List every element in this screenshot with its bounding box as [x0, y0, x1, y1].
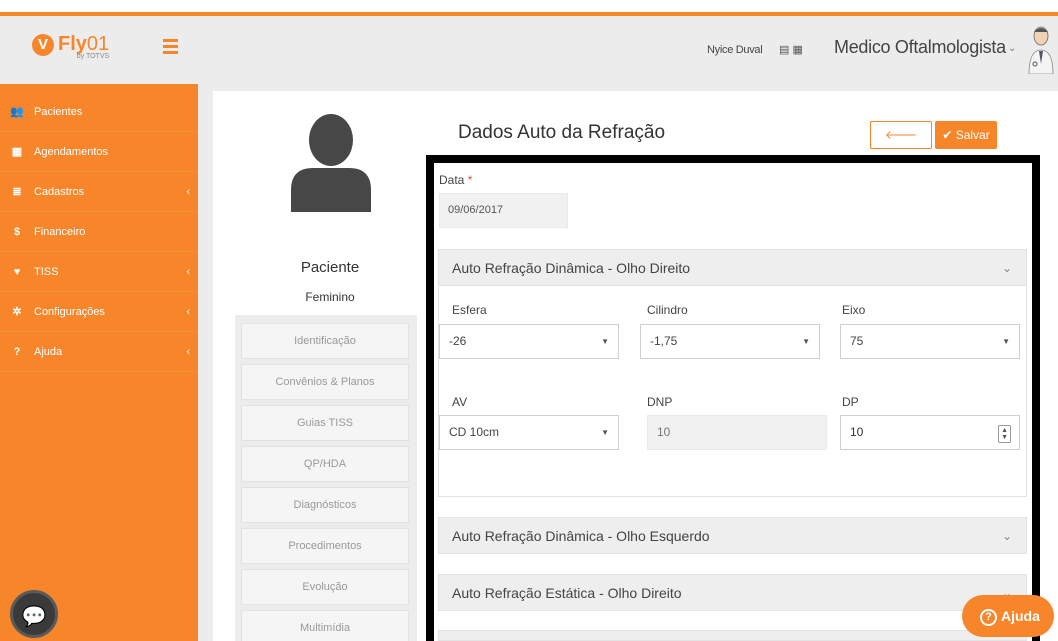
esfera-select[interactable]: -26 ▼ — [439, 324, 619, 359]
dnp-field: 10 — [647, 415, 827, 450]
av-select[interactable]: CD 10cm ▼ — [439, 415, 619, 450]
patient-avatar-icon — [291, 114, 371, 212]
users-icon: 👥 — [10, 106, 24, 118]
patient-tab[interactable]: Identificação — [241, 323, 409, 359]
dp-label: DP — [842, 395, 859, 409]
av-label: AV — [452, 395, 468, 409]
sidebar-item-label: Ajuda — [34, 345, 63, 358]
data-label-text: Data — [439, 173, 465, 187]
eixo-value: 75 — [850, 334, 864, 348]
caret-down-icon: ▼ — [1002, 337, 1010, 346]
salvar-button[interactable]: ✔ Salvar — [935, 121, 997, 149]
required-marker: * — [467, 173, 473, 187]
logo-01-text: 01 — [86, 33, 110, 55]
user-name: Nyice Duval — [707, 44, 763, 56]
sidebar-item-6[interactable]: ? Ajuda ‹ — [0, 332, 198, 372]
dollar-icon: $ — [13, 225, 21, 238]
arrow-left-icon: 🡐 — [884, 128, 918, 142]
sidebar-item-2[interactable]: ≣ Cadastros ‹ — [0, 172, 198, 212]
logo-mark-icon: V — [32, 34, 54, 56]
list-icon: ≣ — [12, 186, 22, 198]
doctor-avatar[interactable] — [1026, 24, 1056, 74]
data-input[interactable]: 09/06/2017 — [439, 193, 568, 228]
panel-title: Auto Refração Estática - Olho Direito — [452, 585, 682, 601]
chevron-left-icon: ‹ — [186, 305, 190, 318]
cilindro-label: Cilindro — [647, 303, 688, 317]
patient-tab[interactable]: Convênios & Planos — [241, 364, 409, 400]
spinner-icon[interactable]: ▲ ▼ — [998, 425, 1011, 443]
check-icon: ✔ — [942, 128, 956, 142]
caret-down-icon: ▼ — [601, 337, 609, 346]
sidebar-item-label: Pacientes — [34, 105, 83, 118]
sidebar-item-5[interactable]: ✲ Configurações ‹ — [0, 292, 198, 332]
panel-title: Auto Refração Dinâmica - Olho Direito — [452, 260, 691, 276]
sidebar-item-label: Cadastros — [34, 185, 85, 198]
chevron-down-icon: ⌄ — [1001, 529, 1012, 543]
panel-next[interactable] — [438, 630, 1027, 641]
patient-label: Paciente — [300, 259, 360, 276]
caret-down-icon: ▼ — [601, 428, 609, 437]
data-label: Data * — [439, 173, 472, 187]
voltar-button[interactable]: 🡐 Voltar — [870, 121, 932, 168]
patient-tab[interactable]: Multimídia — [241, 610, 409, 641]
salvar-label: Salvar — [955, 128, 990, 142]
patient-tab[interactable]: Guias TISS — [241, 405, 409, 441]
cilindro-select[interactable]: -1,75 ▼ — [640, 324, 820, 359]
top-header: Nyice Duval ▤ ▦ Medico Oftalmologista ⌄ — [198, 16, 1058, 84]
dnp-label: DNP — [647, 395, 673, 409]
panel-title: Auto Refração Dinâmica - Olho Esquerdo — [452, 528, 710, 544]
chevron-left-icon: ‹ — [186, 265, 190, 278]
help-button[interactable]: ? Ajuda — [962, 595, 1054, 637]
logo-text: Fly01 by TOTVS — [58, 32, 109, 60]
cilindro-value: -1,75 — [650, 334, 678, 348]
sidebar-item-label: Agendamentos — [34, 145, 108, 158]
logo-area: V Fly01 by TOTVS — [0, 16, 198, 84]
chat-icon[interactable]: 💬 — [10, 590, 58, 638]
panel-od-estatica[interactable]: Auto Refração Estática - Olho Direito ⌄ — [438, 574, 1027, 611]
question-icon: ? — [980, 609, 997, 626]
chevron-down-icon[interactable]: ⌄ — [1008, 43, 1016, 54]
panel-od-dinamica-body — [438, 286, 1027, 497]
sidebar-menu: 👥 Pacientes ▦ Agendamentos ≣ Cadastros ‹ $ Finan… — [0, 92, 198, 372]
sidebar-item-label: Financeiro — [34, 225, 86, 238]
question-icon: ? — [13, 345, 21, 358]
gear-icon: ✲ — [12, 306, 22, 318]
calendar-icon: ▦ — [11, 146, 23, 158]
panel-oe-dinamica[interactable]: Auto Refração Dinâmica - Olho Esquerdo ⌄ — [438, 517, 1027, 554]
help-label: Ajuda — [1001, 608, 1040, 624]
panel-od-dinamica[interactable]: Auto Refração Dinâmica - Olho Direito ⌄ — [438, 249, 1027, 286]
dp-input[interactable]: 10 ▲ ▼ — [840, 415, 1020, 450]
eixo-label: Eixo — [842, 303, 866, 317]
sidebar-item-label: TISS — [34, 265, 59, 278]
esfera-value: -26 — [449, 334, 467, 348]
caret-down-icon: ▼ — [802, 337, 810, 346]
chevron-left-icon: ‹ — [186, 185, 190, 198]
hamburger-menu-icon[interactable] — [163, 39, 178, 54]
sidebar-item-0[interactable]: 👥 Pacientes — [0, 92, 198, 132]
patient-tab[interactable]: Diagnósticos — [241, 487, 409, 523]
sidebar: V Fly01 by TOTVS 👥 Pacientes ▦ Agendamentos… — [0, 16, 198, 641]
grid-icon[interactable]: ▤ ▦ — [779, 43, 803, 56]
form-title: Dados Auto da Refração — [458, 122, 666, 143]
patient-tab[interactable]: Evolução — [241, 569, 409, 605]
sidebar-item-label: Configurações — [34, 305, 105, 318]
sidebar-item-1[interactable]: ▦ Agendamentos — [0, 132, 198, 172]
sidebar-item-4[interactable]: ♥ TISS ‹ — [0, 252, 198, 292]
patient-tab[interactable]: Procedimentos — [241, 528, 409, 564]
dp-value: 10 — [850, 425, 864, 439]
logo-fly-text: Fly — [58, 33, 87, 55]
chevron-down-icon: ⌄ — [1001, 261, 1012, 275]
sidebar-item-3[interactable]: $ Financeiro — [0, 212, 198, 252]
esfera-label: Esfera — [452, 303, 487, 317]
brand-logo[interactable]: V Fly01 by TOTVS — [32, 32, 109, 60]
av-value: CD 10cm — [449, 425, 500, 439]
patient-gender: Feminino — [305, 290, 355, 304]
user-role-dropdown[interactable]: Medico Oftalmologista — [834, 37, 1006, 58]
eixo-select[interactable]: 75 ▼ — [840, 324, 1020, 359]
patient-tab[interactable]: QP/HDA — [241, 446, 409, 482]
heart-icon: ♥ — [13, 265, 21, 278]
chevron-left-icon: ‹ — [186, 345, 190, 358]
